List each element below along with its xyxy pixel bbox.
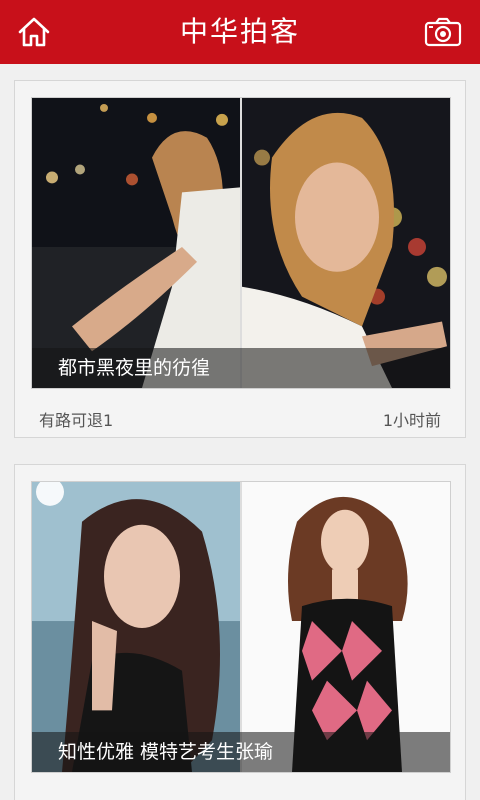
- post-photos[interactable]: 都市黑夜里的彷徨: [31, 97, 451, 389]
- app-title: 中华拍客: [179, 15, 300, 48]
- post-photo: [242, 98, 450, 388]
- post-photo: [242, 482, 450, 772]
- post-photo: [32, 98, 240, 388]
- app-header: 中华拍客: [0, 0, 480, 64]
- post-meta: 有路可退1 1小时前: [39, 407, 441, 431]
- post-time: 1小时前: [382, 411, 441, 430]
- post-photo: [32, 482, 240, 772]
- post-author[interactable]: 有路可退1: [39, 407, 113, 431]
- post-photos[interactable]: 知性优雅 模特艺考生张瑜: [31, 481, 451, 773]
- post-caption: 都市黑夜里的彷徨: [58, 357, 211, 379]
- post-card[interactable]: 都市黑夜里的彷徨 有路可退1 1小时前: [14, 80, 466, 438]
- post-caption: 知性优雅 模特艺考生张瑜: [58, 741, 274, 763]
- camera-button[interactable]: [424, 16, 462, 48]
- post-card[interactable]: 知性优雅 模特艺考生张瑜: [14, 464, 466, 800]
- camera-icon: [424, 17, 462, 47]
